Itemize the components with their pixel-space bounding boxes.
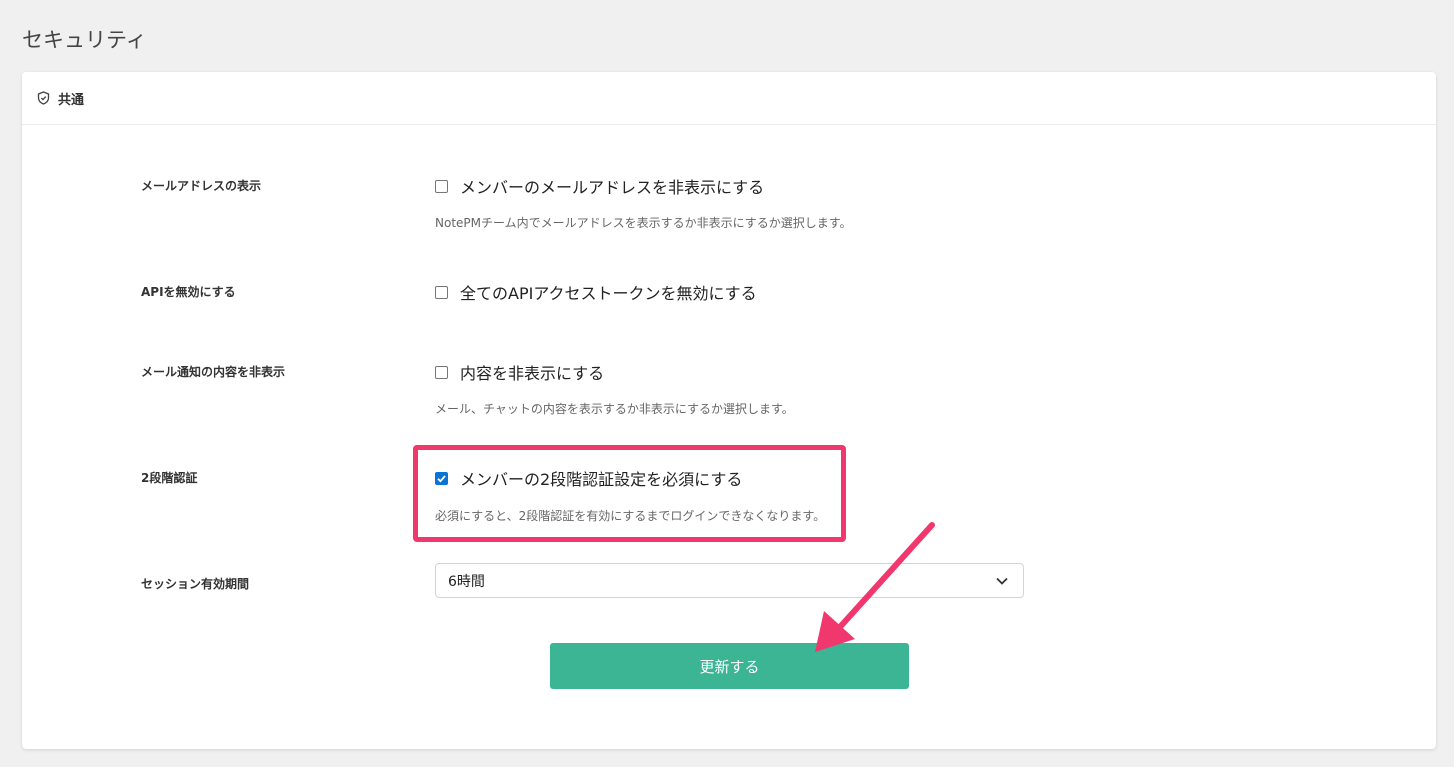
checkmark-icon [437, 474, 446, 483]
api-disable-option[interactable]: 全てのAPIアクセストークンを無効にする [435, 280, 757, 304]
email-display-checkbox[interactable] [435, 179, 448, 193]
api-disable-checkbox[interactable] [435, 285, 448, 299]
session-select[interactable]: 6時間 [435, 563, 1024, 598]
email-display-label: メールアドレスの表示 [141, 179, 262, 193]
email-display-help: NotePMチーム内でメールアドレスを表示するか非表示にするか選択します。 [435, 216, 852, 230]
shield-icon [37, 91, 50, 105]
two-factor-label: 2段階認証 [141, 471, 198, 485]
email-display-checkbox-label[interactable]: メンバーのメールアドレスを非表示にする [460, 174, 764, 198]
update-button[interactable]: 更新する [550, 643, 909, 689]
mail-notification-label: メール通知の内容を非表示 [141, 365, 286, 379]
two-factor-checkbox-label[interactable]: メンバーの2段階認証設定を必須にする [460, 466, 742, 490]
two-factor-option[interactable]: メンバーの2段階認証設定を必須にする [435, 466, 742, 490]
api-disable-label: APIを無効にする [141, 285, 236, 299]
card-header: 共通 [22, 72, 1436, 125]
mail-notification-checkbox-label[interactable]: 内容を非表示にする [460, 360, 604, 384]
page-title: セキュリティ [22, 28, 147, 52]
mail-notification-option[interactable]: 内容を非表示にする [435, 360, 604, 384]
email-display-option[interactable]: メンバーのメールアドレスを非表示にする [435, 174, 764, 198]
card-header-title: 共通 [58, 92, 85, 108]
session-label: セッション有効期間 [141, 577, 250, 591]
two-factor-checkbox[interactable] [435, 471, 448, 485]
mail-notification-checkbox[interactable] [435, 365, 448, 379]
highlight-box [413, 445, 846, 542]
session-select-value: 6時間 [448, 573, 485, 590]
two-factor-help: 必須にすると、2段階認証を有効にするまでログインできなくなります。 [435, 509, 826, 523]
chevron-down-icon [996, 577, 1008, 585]
mail-notification-help: メール、チャットの内容を表示するか非表示にするか選択します。 [435, 402, 794, 416]
api-disable-checkbox-label[interactable]: 全てのAPIアクセストークンを無効にする [460, 280, 757, 304]
